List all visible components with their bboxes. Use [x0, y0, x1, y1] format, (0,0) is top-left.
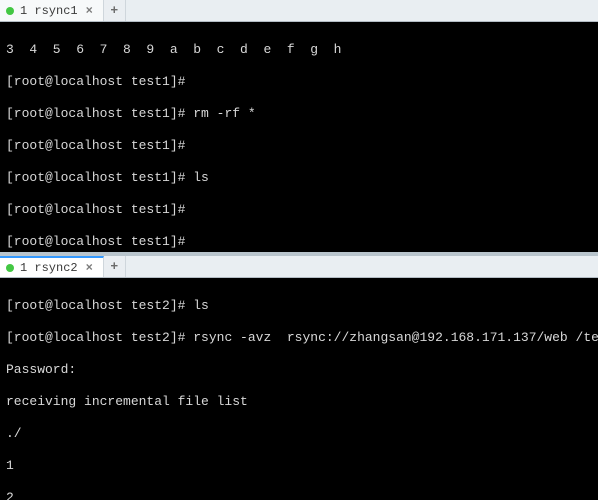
- prompt: [root@localhost test1]#: [6, 170, 185, 185]
- tabbar-bottom: 1 rsync2 × +: [0, 256, 598, 278]
- command: ls: [193, 170, 209, 185]
- command: ls: [193, 298, 209, 313]
- new-tab-button[interactable]: +: [104, 256, 126, 277]
- tabbar-top: 1 rsync1 × +: [0, 0, 598, 22]
- output-line: 3 4 5 6 7 8 9 a b c d e f g h: [6, 42, 592, 58]
- status-dot-icon: [6, 7, 14, 15]
- command: rm -rf *: [193, 106, 255, 121]
- rsync-output: receiving incremental file list: [6, 394, 592, 410]
- prompt: [root@localhost test1]#: [6, 74, 185, 89]
- prompt: [root@localhost test1]#: [6, 202, 185, 217]
- command: rsync -avz rsync://zhangsan@192.168.171.…: [193, 330, 598, 345]
- terminal-output-top[interactable]: 3 4 5 6 7 8 9 a b c d e f g h [root@loca…: [0, 22, 598, 252]
- prompt: [root@localhost test2]#: [6, 330, 185, 345]
- tab-rsync2[interactable]: 1 rsync2 ×: [0, 256, 104, 277]
- password-prompt: Password:: [6, 362, 592, 378]
- terminal-output-bottom[interactable]: [root@localhost test2]# ls [root@localho…: [0, 278, 598, 500]
- prompt: [root@localhost test1]#: [6, 106, 185, 121]
- prompt: [root@localhost test2]#: [6, 298, 185, 313]
- close-icon[interactable]: ×: [84, 261, 95, 275]
- rsync-output: 1: [6, 458, 592, 474]
- tab-label: 1 rsync1: [20, 4, 78, 18]
- status-dot-icon: [6, 264, 14, 272]
- prompt: [root@localhost test1]#: [6, 138, 185, 153]
- close-icon[interactable]: ×: [84, 4, 95, 18]
- terminal-pane-2: 1 rsync2 × + [root@localhost test2]# ls …: [0, 256, 598, 500]
- tab-rsync1[interactable]: 1 rsync1 ×: [0, 0, 104, 21]
- rsync-output: 2: [6, 490, 592, 500]
- terminal-pane-1: 1 rsync1 × + 3 4 5 6 7 8 9 a b c d e f g…: [0, 0, 598, 252]
- tab-label: 1 rsync2: [20, 261, 78, 275]
- prompt: [root@localhost test1]#: [6, 234, 185, 249]
- new-tab-button[interactable]: +: [104, 0, 126, 21]
- rsync-output: ./: [6, 426, 592, 442]
